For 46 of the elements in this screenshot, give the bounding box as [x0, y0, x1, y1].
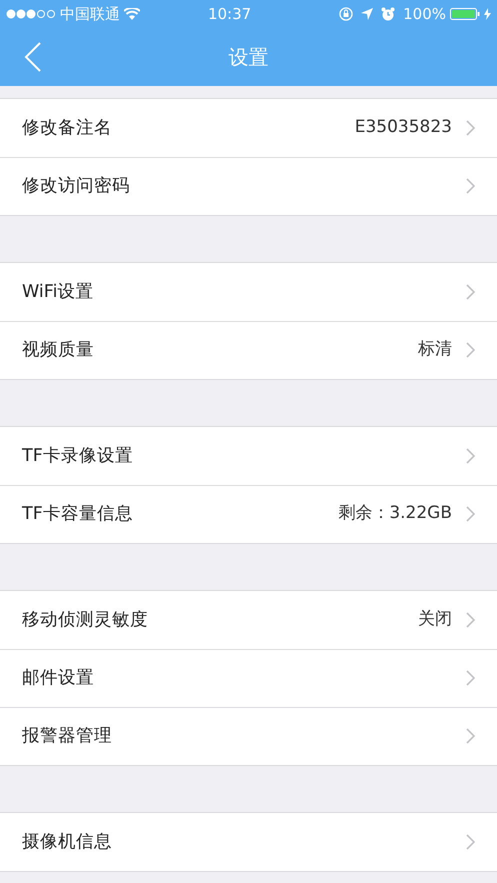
- row-label: 报警器管理: [22, 724, 113, 748]
- settings-row[interactable]: 摄像机信息: [0, 813, 497, 871]
- chevron-icon: [466, 834, 475, 850]
- wifi-icon: [124, 8, 140, 20]
- row-label: TF卡录像设置: [22, 444, 134, 468]
- settings-row[interactable]: 修改访问密码: [0, 157, 497, 215]
- row-label: 视频质量: [22, 338, 95, 362]
- settings-row[interactable]: TF卡录像设置: [0, 427, 497, 485]
- settings-row[interactable]: 移动侦测灵敏度 关闭: [0, 591, 497, 649]
- signal-icon: [6, 9, 56, 19]
- row-value: 剩余：3.22GB: [338, 502, 452, 526]
- alarm-icon: [381, 7, 396, 21]
- chevron-icon: [466, 728, 475, 744]
- chevron-icon: [466, 448, 475, 464]
- row-value: 关闭: [418, 608, 452, 632]
- chevron-icon: [466, 506, 475, 522]
- settings-row[interactable]: 邮件设置: [0, 649, 497, 707]
- chevron-icon: [466, 178, 475, 194]
- settings-row[interactable]: 视频质量 标清: [0, 321, 497, 379]
- settings-row[interactable]: TF卡容量信息 剩余：3.22GB: [0, 485, 497, 543]
- rotation-lock-icon: [339, 7, 354, 21]
- page-title: 设置: [228, 44, 268, 71]
- carrier-name: 中国联通: [60, 4, 120, 25]
- row-label: WiFi设置: [22, 280, 94, 304]
- chevron-icon: [466, 612, 475, 628]
- battery-percent: 100%: [403, 4, 446, 25]
- battery-icon: [450, 8, 480, 20]
- settings-row[interactable]: 修改备注名 E35035823: [0, 99, 497, 157]
- chevron-icon: [466, 284, 475, 300]
- row-label: 修改访问密码: [22, 174, 131, 198]
- chevron-icon: [466, 342, 475, 358]
- row-label: 移动侦测灵敏度: [22, 608, 149, 632]
- status-time: 10:37: [208, 4, 252, 25]
- row-value: 标清: [418, 338, 452, 362]
- row-label: TF卡容量信息: [22, 502, 134, 526]
- settings-row[interactable]: 报警器管理: [0, 707, 497, 765]
- row-label: 修改备注名: [22, 116, 113, 140]
- chevron-icon: [466, 120, 475, 136]
- charging-icon: [484, 8, 491, 20]
- row-label: 摄像机信息: [22, 830, 113, 854]
- settings-row[interactable]: WiFi设置: [0, 263, 497, 321]
- row-label: 邮件设置: [22, 666, 95, 690]
- row-value: E35035823: [354, 116, 452, 140]
- location-icon: [361, 8, 374, 20]
- chevron-icon: [466, 670, 475, 686]
- back-button[interactable]: [24, 42, 42, 72]
